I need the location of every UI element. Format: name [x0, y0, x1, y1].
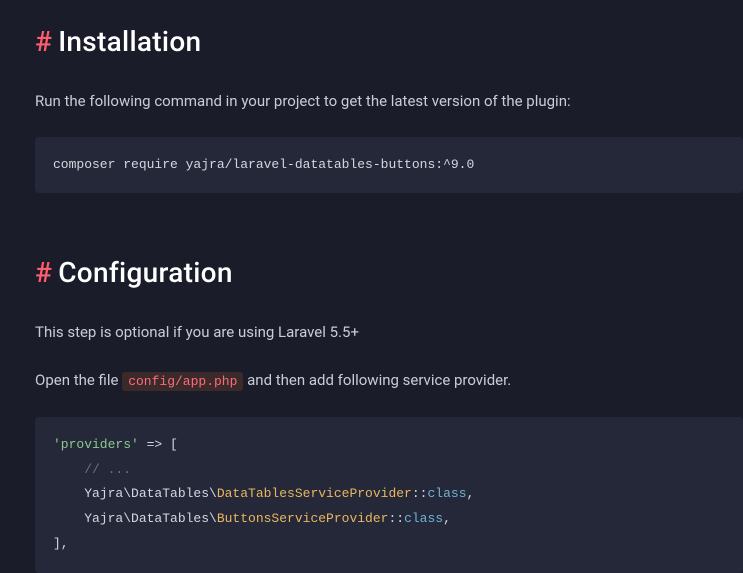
heading-text: Configuration: [58, 256, 233, 289]
code-token: class: [404, 511, 443, 526]
code-token: => [: [139, 437, 178, 452]
code-token: ],: [53, 536, 69, 551]
code-token: ButtonsServiceProvider: [217, 511, 389, 526]
configuration-intro: This step is optional if you are using L…: [35, 320, 743, 344]
inline-code-filepath: config/app.php: [122, 372, 243, 391]
code-token: class: [427, 486, 466, 501]
code-text: composer require yajra/laravel-datatable…: [53, 157, 474, 172]
hash-icon: #: [35, 25, 52, 58]
configuration-code-block[interactable]: 'providers' => [ // ... Yajra\DataTables…: [35, 417, 743, 572]
code-token: Yajra\DataTables\: [53, 511, 217, 526]
code-token: // ...: [53, 462, 131, 477]
configuration-openfile: Open the file config/app.php and then ad…: [35, 368, 743, 393]
code-token: ,: [443, 511, 451, 526]
configuration-heading: #Configuration: [35, 251, 743, 296]
code-token: ::: [412, 486, 428, 501]
hash-icon: #: [35, 256, 52, 289]
installation-intro: Run the following command in your projec…: [35, 89, 743, 113]
heading-text: Installation: [58, 25, 201, 58]
code-token: Yajra\DataTables\: [53, 486, 217, 501]
installation-heading: #Installation: [35, 20, 743, 65]
code-token: ::: [388, 511, 404, 526]
code-token: 'providers': [53, 437, 139, 452]
code-token: ,: [467, 486, 475, 501]
installation-code-block[interactable]: composer require yajra/laravel-datatable…: [35, 137, 743, 194]
code-token: DataTablesServiceProvider: [217, 486, 412, 501]
